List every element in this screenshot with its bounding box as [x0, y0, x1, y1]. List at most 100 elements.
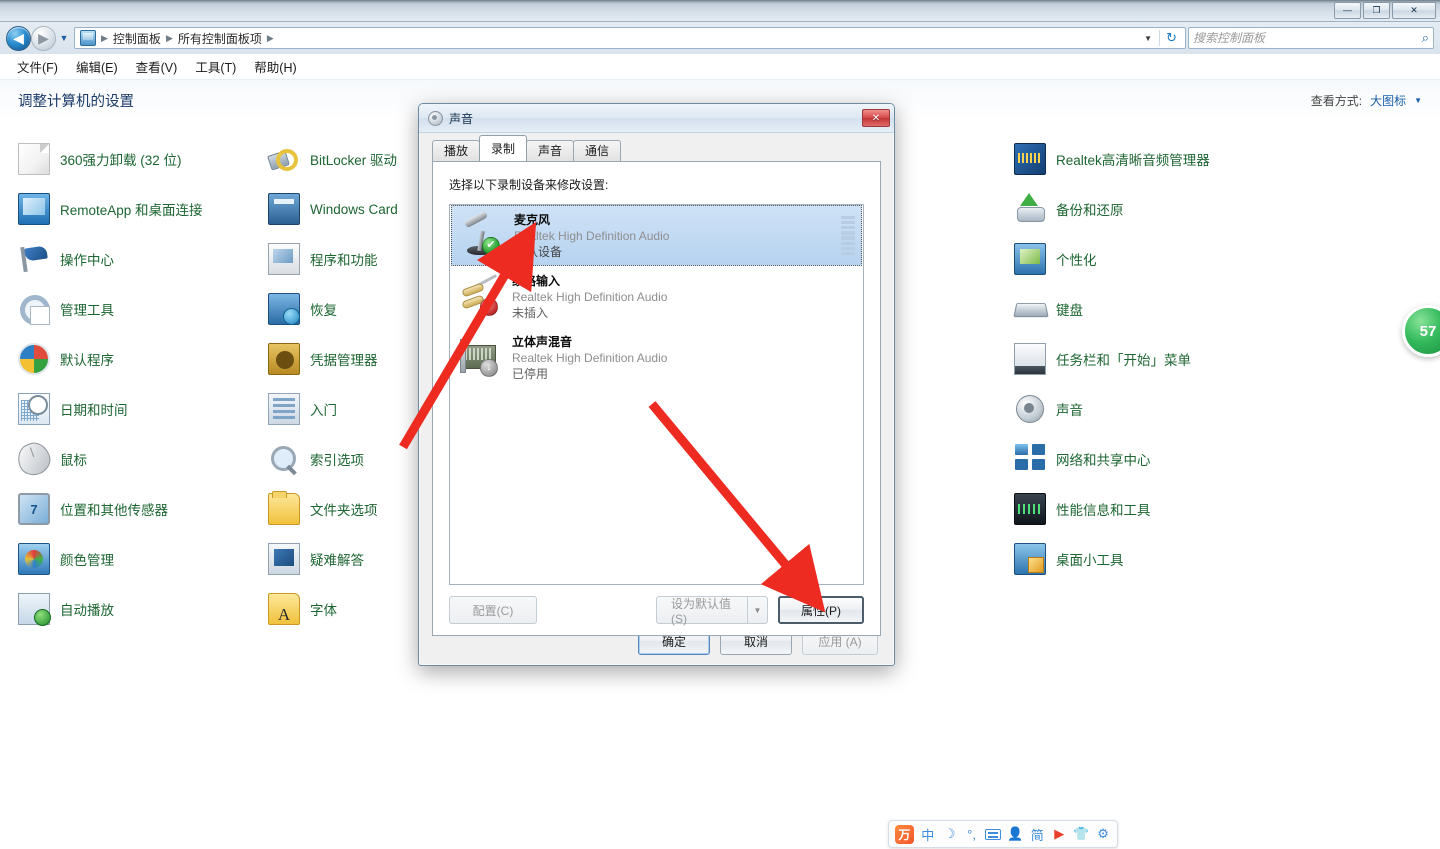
recording-device-row[interactable]: ✔ 麦克风 Realtek High Definition Audio 默认设备 — [451, 205, 862, 266]
view-by-control[interactable]: 查看方式: 大图标 ▼ — [1311, 92, 1422, 109]
menu-file[interactable]: 文件(F) — [8, 54, 67, 79]
tab-label: 声音 — [538, 144, 563, 158]
tab-communications[interactable]: 通信 — [573, 140, 622, 161]
control-panel-column-1: 360强力卸载 (32 位) RemoteApp 和桌面连接操作中心管理工具 默认程… — [12, 134, 262, 634]
set-default-split-button: 设为默认值(S) ▼ — [656, 596, 768, 626]
menu-tools[interactable]: 工具(T) — [186, 54, 245, 79]
address-bar[interactable]: ▶ 控制面板 ▶ 所有控制面板项 ▶ ▼ ↻ — [74, 27, 1186, 49]
tab-recording[interactable]: 录制 — [479, 135, 528, 161]
control-panel-item[interactable]: 日期和时间 — [12, 384, 262, 434]
control-panel-item[interactable]: 自动播放 — [12, 584, 262, 634]
speaker-icon — [427, 110, 443, 126]
control-panel-item-label: 声音 — [1056, 403, 1083, 418]
refresh-icon[interactable]: ↻ — [1159, 30, 1183, 46]
control-panel-item[interactable]: 桌面小工具 — [1008, 534, 1258, 584]
control-panel-item-label: 鼠标 — [60, 453, 87, 468]
control-panel-item[interactable]: 默认程序 — [12, 334, 262, 384]
mouse-icon — [13, 438, 55, 480]
control-panel-item-label: 字体 — [310, 603, 337, 618]
control-panel-item-label: 位置和其他传感器 — [60, 503, 168, 518]
control-panel-item-label: BitLocker 驱动 — [310, 153, 398, 168]
recording-device-row[interactable]: ↓ 立体声混音 Realtek High Definition Audio 已停用 — [450, 327, 863, 388]
control-panel-item[interactable]: 任务栏和「开始」菜单 — [1008, 334, 1258, 384]
ime-mode-chinese-icon[interactable]: 中 — [920, 825, 936, 844]
control-panel-item[interactable]: 颜色管理 — [12, 534, 262, 584]
forward-button[interactable]: ▶ — [31, 25, 56, 51]
tab-playback[interactable]: 播放 — [432, 140, 481, 161]
control-panel-item[interactable]: 360强力卸载 (32 位) — [12, 134, 262, 184]
ime-logo-icon[interactable]: 万 — [895, 824, 914, 844]
close-button[interactable]: ✕ — [1392, 2, 1436, 19]
minimize-icon: — — [1343, 5, 1352, 15]
recording-device-list[interactable]: ✔ 麦克风 Realtek High Definition Audio 默认设备 ↓ 线路… — [449, 204, 864, 585]
back-arrow-icon: ◀ — [13, 30, 24, 46]
minimize-button[interactable]: — — [1334, 2, 1361, 19]
back-button[interactable]: ◀ — [6, 25, 31, 51]
control-panel-item[interactable]: 操作中心 — [12, 234, 262, 284]
microphone-icon: ✔ — [460, 210, 506, 259]
breadcrumb-separator-icon: ▶ — [101, 32, 108, 43]
menu-help[interactable]: 帮助(H) — [245, 54, 305, 79]
control-panel-item[interactable]: Realtek高清晰音频管理器 — [1008, 134, 1258, 184]
menu-edit[interactable]: 编辑(E) — [67, 54, 127, 79]
properties-button[interactable]: 属性(P) — [778, 596, 864, 624]
control-panel-item-label: 日期和时间 — [60, 403, 128, 418]
chevron-down-icon[interactable]: ▼ — [1414, 96, 1422, 105]
history-dropdown-button[interactable]: ▼ — [56, 33, 72, 43]
breadcrumb-item-control-panel[interactable]: 控制面板 — [110, 30, 164, 47]
device-driver: Realtek High Definition Audio — [512, 350, 668, 365]
device-text: 立体声混音 Realtek High Definition Audio 已停用 — [512, 334, 857, 382]
control-panel-item[interactable]: 键盘 — [1008, 284, 1258, 334]
control-panel-item-label: 备份和还原 — [1056, 203, 1124, 218]
ime-keyboard-icon[interactable] — [985, 828, 1002, 840]
colorm-icon — [18, 543, 50, 575]
recording-device-row[interactable]: ↓ 线路输入 Realtek High Definition Audio 未插入 — [450, 266, 863, 327]
control-panel-item[interactable]: 网络和共享中心 — [1008, 434, 1258, 484]
view-by-label: 查看方式: — [1310, 93, 1363, 108]
configure-button[interactable]: 配置(C) — [449, 596, 537, 624]
breadcrumb-item-all-items[interactable]: 所有控制面板项 — [175, 30, 265, 47]
nav-buttons: ◀ ▶ ▼ — [6, 25, 72, 51]
ime-shirt-icon[interactable]: 👕 — [1073, 826, 1089, 842]
device-status-badge-icon: ✔ — [482, 236, 500, 255]
security-score-value: 57 — [1419, 322, 1437, 340]
sound-dialog-titlebar: 声音 ✕ — [419, 104, 894, 133]
sound-dialog-close-button[interactable]: ✕ — [862, 109, 890, 127]
set-default-dropdown-button[interactable]: ▼ — [748, 596, 768, 624]
breadcrumb-separator-icon: ▶ — [165, 32, 173, 43]
address-dropdown-icon[interactable]: ▼ — [1137, 34, 1159, 43]
flag-icon — [18, 243, 50, 275]
view-by-value[interactable]: 大图标 — [1370, 92, 1406, 109]
device-name: 线路输入 — [512, 273, 561, 288]
control-panel-item-label: 网络和共享中心 — [1056, 453, 1151, 468]
ime-moon-icon[interactable]: ☽ — [942, 826, 958, 842]
control-panel-item[interactable]: 备份和还原 — [1008, 184, 1258, 234]
menu-bar: 文件(F) 编辑(E) 查看(V) 工具(T) 帮助(H) — [0, 54, 1440, 80]
maximize-button[interactable]: ❐ — [1363, 2, 1390, 19]
search-box[interactable]: ⌕ — [1188, 27, 1434, 49]
control-panel-item[interactable]: 鼠标 — [12, 434, 262, 484]
tab-sounds[interactable]: 声音 — [526, 140, 575, 161]
device-name: 麦克风 — [514, 212, 551, 227]
start-icon — [268, 393, 300, 425]
control-panel-item[interactable]: 管理工具 — [12, 284, 262, 334]
menu-view[interactable]: 查看(V) — [127, 54, 187, 79]
set-default-button[interactable]: 设为默认值(S) — [656, 596, 748, 626]
ime-settings-gear-icon[interactable]: ⚙ — [1095, 826, 1111, 842]
control-panel-item-label: 操作中心 — [60, 253, 114, 268]
explorer-window: — ❐ ✕ ◀ ▶ ▼ ▶ 控制面板 ▶ 所有控制面板项 ▶ ▼ ↻ 搜索控制面… — [0, 0, 1440, 849]
ime-user-icon[interactable]: 👤 — [1007, 826, 1023, 842]
tablet-icon — [18, 493, 50, 525]
ime-punctuation-icon[interactable]: °, — [964, 827, 980, 842]
search-input[interactable] — [1193, 31, 1418, 45]
ime-video-icon[interactable]: ▶ — [1051, 826, 1067, 842]
control-panel-item[interactable]: 声音 — [1008, 384, 1258, 434]
control-panel-item[interactable]: RemoteApp 和桌面连接 — [12, 184, 262, 234]
window-titlebar: — ❐ ✕ — [0, 0, 1440, 22]
control-panel-item[interactable]: 位置和其他传感器 — [12, 484, 262, 534]
control-panel-item[interactable]: 性能信息和工具 — [1008, 484, 1258, 534]
control-panel-item-label: 入门 — [310, 403, 337, 418]
control-panel-item[interactable]: 个性化 — [1008, 234, 1258, 284]
ime-simplified-icon[interactable]: 简 — [1029, 825, 1045, 844]
control-panel-item-label: 桌面小工具 — [1056, 553, 1124, 568]
